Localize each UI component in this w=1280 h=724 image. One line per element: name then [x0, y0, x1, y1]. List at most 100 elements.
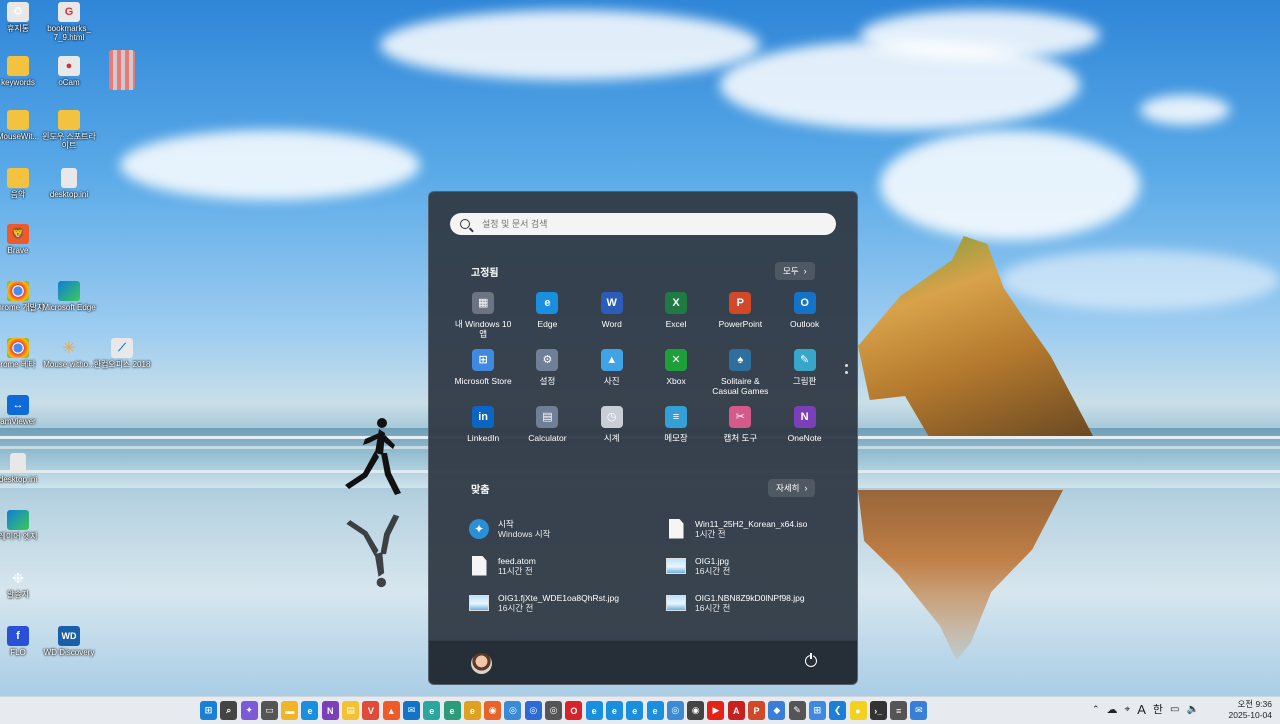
desktop-icon-brave[interactable]: 🦁 Brave	[0, 224, 48, 255]
recommended-item[interactable]: feed.atom 11시간 전	[469, 547, 666, 584]
vscode-icon[interactable]: ❮	[829, 701, 847, 720]
edge-dev-icon[interactable]: e	[443, 701, 461, 720]
pinned-app-label: 사진	[603, 376, 620, 386]
pinned-app[interactable]: P PowerPoint	[708, 292, 772, 349]
chrome-dev-icon[interactable]: ◎	[545, 701, 563, 720]
pinned-app[interactable]: ✕ Xbox	[644, 349, 708, 406]
pinned-app[interactable]: ▤ Calculator	[515, 406, 579, 463]
chevron-up-icon[interactable]: ⌃	[1092, 704, 1100, 715]
pinned-app[interactable]: e Edge	[515, 292, 579, 349]
monitor-icon[interactable]: ▭	[1170, 704, 1179, 715]
power-icon[interactable]	[805, 652, 817, 667]
opera-icon[interactable]: O	[565, 701, 583, 720]
pinned-app[interactable]: ▲ 사진	[580, 349, 644, 406]
recommended-name: OIG1.jpg	[695, 555, 730, 566]
brave-icon[interactable]: ▲	[382, 701, 400, 720]
recommended-subtitle: 1시간 전	[695, 528, 726, 539]
store-icon[interactable]: ⊞	[808, 701, 826, 720]
desktop-icon-wd-discovery[interactable]: WD WD Discovery	[39, 626, 99, 657]
onenote-icon[interactable]: N	[321, 701, 339, 720]
recommended-item[interactable]: OIG1.jpg 16시간 전	[666, 547, 836, 584]
more-recommended-button[interactable]: 자세히 ›	[768, 479, 816, 497]
desktop-icon-bookmarks[interactable]: G bookmarks_ 7_9.html	[39, 2, 99, 42]
all-apps-button[interactable]: 모두 ›	[775, 262, 815, 280]
windows-start-icon[interactable]: ⊞	[200, 701, 217, 720]
pinned-app[interactable]: ◷ 시계	[580, 406, 644, 463]
edge-icon[interactable]: e	[605, 701, 623, 720]
search-icon[interactable]: ⌕	[220, 701, 238, 720]
recommended-item[interactable]: OIG1.fjXte_WDE1oa8QhRst.jpg 16시간 전	[469, 584, 666, 621]
file-icon	[61, 168, 77, 188]
chrome-icon[interactable]: ◎	[504, 701, 522, 720]
camera-icon[interactable]: ◉	[687, 701, 705, 720]
recommended-item[interactable]: Win11_25H2_Korean_x64.iso 1시간 전	[666, 510, 836, 547]
ime-lang-indicator[interactable]: 한	[1153, 701, 1163, 717]
desktop-icon-ocam[interactable]: ● oCam	[39, 56, 99, 87]
pinned-app[interactable]: W Word	[580, 292, 644, 349]
recommended-item[interactable]: ✦ 시작 Windows 시작	[469, 510, 666, 547]
edge-canary-icon[interactable]: e	[463, 701, 481, 720]
notepad-icon[interactable]: ≡	[890, 701, 908, 720]
pinned-app[interactable]: X Excel	[644, 292, 708, 349]
pinned-app[interactable]: ≡ 메모장	[644, 406, 708, 463]
pinned-app[interactable]: ✎ 그림판	[772, 349, 836, 406]
network-icon[interactable]: ⌖	[1125, 704, 1131, 715]
task-view-icon[interactable]: ▭	[260, 701, 278, 720]
powerpoint-icon: P	[729, 292, 752, 314]
user-avatar[interactable]	[471, 653, 492, 674]
desktop-icon-edge-layer[interactable]: 레이어 엣지	[0, 510, 48, 541]
desktop-icon-desktop-ini[interactable]: desktop.ini	[39, 168, 99, 199]
pinned-app[interactable]: ⊞ Microsoft Store	[451, 349, 515, 406]
search-input[interactable]	[482, 219, 822, 229]
desktop-icon-mouse-without[interactable]: ✳ Mouse witho...	[39, 338, 99, 369]
explorer-icon[interactable]: ▬	[281, 701, 299, 720]
desktop-icon-teamviewer[interactable]: ↔ amViewer	[0, 395, 48, 426]
desktop-icon-blurred[interactable]	[92, 50, 152, 92]
pinned-app[interactable]: N OneNote	[772, 406, 836, 463]
speaker-icon[interactable]: 🔈	[1186, 704, 1198, 715]
get-started-icon: ✦	[469, 518, 489, 540]
chrome-icon[interactable]: ◎	[666, 701, 684, 720]
pinned-app[interactable]: ⚙ 설정	[515, 349, 579, 406]
notes-icon[interactable]: ▤	[342, 701, 360, 720]
clock-icon: ◷	[600, 406, 623, 428]
desktop-icon-edge[interactable]: Microsoft Edge	[39, 281, 99, 312]
acrobat-icon[interactable]: A	[727, 701, 745, 720]
chrome-beta-icon[interactable]: ◎	[524, 701, 542, 720]
pinned-app[interactable]: O Outlook	[772, 292, 836, 349]
edge-icon[interactable]: e	[626, 701, 644, 720]
desktop-icon-alsong[interactable]: ❉ 알송지	[0, 568, 48, 600]
desktop-icon-desktop-ini-2[interactable]: desktop.ini	[0, 453, 48, 484]
desktop-icon-label: 알송지	[6, 590, 30, 599]
app-icon[interactable]: ◆	[768, 701, 786, 720]
desktop-icon-spotlight[interactable]: 윈도우 스포트라이트	[39, 110, 99, 150]
pinned-app[interactable]: ✂ 캡처 도구	[708, 406, 772, 463]
mail-icon[interactable]: ✉	[402, 701, 420, 720]
start-search-box[interactable]	[450, 213, 836, 235]
edge-icon[interactable]: e	[301, 701, 319, 720]
page-dots[interactable]	[845, 364, 849, 378]
ime-mode-indicator[interactable]: A	[1137, 702, 1146, 717]
copilot-icon[interactable]: ✦	[240, 701, 258, 720]
pinned-app[interactable]: ▦ 내 Windows 10 앱	[451, 292, 515, 349]
paint-icon[interactable]: ✎	[788, 701, 806, 720]
taskbar-clock[interactable]: 오전 9:36 2025-10-04	[1226, 699, 1272, 721]
youtube-icon[interactable]: ▶	[707, 701, 725, 720]
terminal-icon[interactable]: ›_	[869, 701, 887, 720]
powerpoint-icon[interactable]: P	[748, 701, 766, 720]
recommended-item[interactable]: OIG1.NBN8Z9kD0lNPf98.jpg 16시간 전	[666, 584, 836, 621]
edge-icon[interactable]: e	[585, 701, 603, 720]
folder-icon	[7, 110, 29, 130]
cloud-icon[interactable]: ☁	[1107, 703, 1118, 716]
pinned-app[interactable]: in LinkedIn	[451, 406, 515, 463]
firefox-icon[interactable]: ◉	[484, 701, 502, 720]
brave-icon: 🦁	[7, 224, 29, 244]
kakaotalk-icon[interactable]: ●	[849, 701, 867, 720]
pinned-app[interactable]: ♠ Solitaire & Casual Games	[708, 349, 772, 406]
edge-icon[interactable]: e	[646, 701, 664, 720]
chat-icon[interactable]: ✉	[910, 701, 928, 720]
vivaldi-icon[interactable]: V	[362, 701, 380, 720]
desktop-icon-hancom[interactable]: ⟋ 한컴오피스 2018	[92, 338, 152, 369]
folder-icon	[7, 168, 29, 188]
edge-beta-icon[interactable]: e	[423, 701, 441, 720]
